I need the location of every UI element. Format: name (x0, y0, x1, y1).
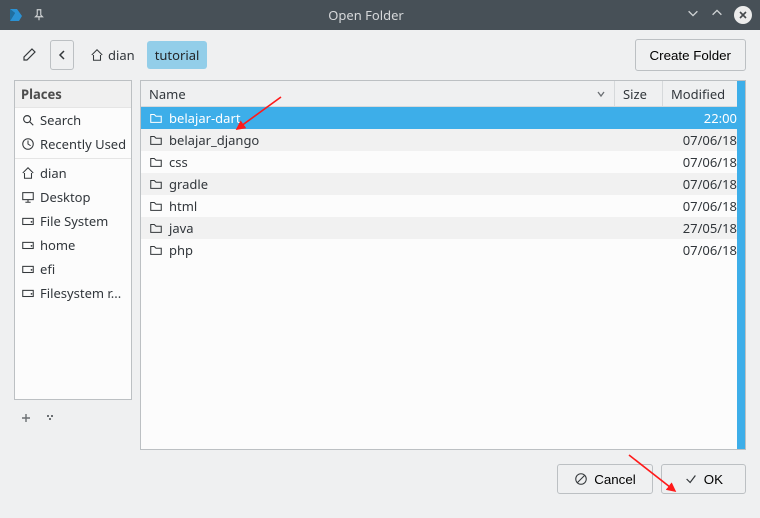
add-bookmark-icon[interactable] (20, 410, 32, 428)
search-icon (21, 113, 35, 127)
scrollbar[interactable] (737, 81, 745, 449)
row-name: css (169, 153, 188, 171)
table-row[interactable]: html 07/06/18 (141, 195, 745, 217)
home-icon (21, 166, 35, 180)
row-name: gradle (169, 175, 208, 193)
row-modified: 22:00 (663, 109, 745, 127)
table-row[interactable]: gradle 07/06/18 (141, 173, 745, 195)
main: Places Search Recently Used dian Desktop Fil… (0, 80, 760, 450)
row-modified: 07/06/18 (663, 241, 745, 259)
folder-icon (149, 243, 163, 257)
maximize-icon[interactable] (710, 6, 724, 24)
column-name-label: Name (149, 85, 186, 103)
file-panel: Name Size Modified belajar-dart22:00bela… (140, 80, 746, 450)
row-modified: 07/06/18 (663, 153, 745, 171)
row-name: belajar_django (169, 131, 259, 149)
table-row[interactable]: belajar-dart 22:00 (141, 107, 745, 129)
row-name: belajar-dart (169, 109, 241, 127)
ok-button[interactable]: OK (661, 464, 746, 494)
breadcrumb-current[interactable]: tutorial (147, 41, 208, 69)
sidebar-item-label: Search (40, 111, 81, 129)
sidebar-item-desktop[interactable]: Desktop (15, 185, 131, 209)
sidebar-item-label: File System (40, 212, 108, 230)
create-folder-button[interactable]: Create Folder (635, 39, 747, 71)
close-button[interactable] (734, 6, 752, 24)
table-row[interactable]: php 07/06/18 (141, 239, 745, 261)
column-name[interactable]: Name (141, 81, 615, 106)
breadcrumb-root-label: dian (108, 46, 135, 64)
sidebar-item-efi[interactable]: efi (15, 257, 131, 281)
sidebar-item-label: dian (40, 164, 67, 182)
remove-bookmark-icon[interactable] (44, 410, 56, 428)
row-name: html (169, 197, 197, 215)
row-name: php (169, 241, 193, 259)
folder-icon (149, 221, 163, 235)
cancel-icon (574, 472, 588, 486)
drive-icon (21, 214, 35, 228)
create-folder-label: Create Folder (650, 48, 732, 63)
sidebar-item-dian[interactable]: dian (15, 161, 131, 185)
toolbar: dian tutorial Create Folder (0, 30, 760, 80)
row-modified: 07/06/18 (663, 175, 745, 193)
drive-icon (21, 262, 35, 276)
folder-icon (149, 199, 163, 213)
column-modified[interactable]: Modified (663, 81, 745, 106)
clock-icon (21, 137, 35, 151)
sidebar-item-filesystem-r-[interactable]: Filesystem r... (15, 281, 131, 305)
places-header: Places (15, 81, 131, 108)
titlebar: Open Folder (0, 0, 760, 30)
column-size[interactable]: Size (615, 81, 663, 106)
cancel-button[interactable]: Cancel (557, 464, 653, 494)
folder-icon (149, 177, 163, 191)
folder-icon (149, 155, 163, 169)
column-modified-label: Modified (671, 85, 725, 103)
drive-icon (21, 286, 35, 300)
sidebar-item-label: Filesystem r... (40, 284, 121, 302)
window-title: Open Folder (46, 6, 686, 24)
row-modified: 27/05/18 (663, 219, 745, 237)
breadcrumb-current-label: tutorial (155, 46, 200, 64)
sidebar-item-recently-used[interactable]: Recently Used (15, 132, 131, 156)
row-name: java (169, 219, 194, 237)
column-headers: Name Size Modified (141, 81, 745, 107)
home-icon (90, 48, 104, 62)
table-row[interactable]: css 07/06/18 (141, 151, 745, 173)
sort-indicator-icon (596, 85, 606, 103)
pin-icon[interactable] (32, 8, 46, 22)
ok-label: OK (704, 472, 723, 487)
cancel-label: Cancel (594, 472, 636, 487)
folder-icon (149, 133, 163, 147)
app-icon (8, 7, 24, 23)
edit-icon[interactable] (14, 40, 44, 70)
sidebar-item-home[interactable]: home (15, 233, 131, 257)
table-row[interactable]: java 27/05/18 (141, 217, 745, 239)
breadcrumb-root[interactable]: dian (82, 41, 143, 69)
sidebar-item-label: home (40, 236, 75, 254)
sidebar-item-label: Desktop (40, 188, 91, 206)
folder-icon (149, 111, 163, 125)
back-button[interactable] (50, 40, 74, 70)
breadcrumb: dian tutorial (82, 41, 207, 69)
desktop-icon (21, 190, 35, 204)
table-row[interactable]: belajar_django 07/06/18 (141, 129, 745, 151)
places-list: Search Recently Used dian Desktop File Syste… (15, 108, 131, 399)
sidebar-item-label: efi (40, 260, 55, 278)
places-panel: Places Search Recently Used dian Desktop Fil… (14, 80, 132, 400)
sidebar-item-search[interactable]: Search (15, 108, 131, 132)
minimize-icon[interactable] (686, 6, 700, 24)
row-modified: 07/06/18 (663, 197, 745, 215)
file-list: belajar-dart22:00belajar_django07/06/18c… (141, 107, 745, 449)
sidebar: Places Search Recently Used dian Desktop Fil… (14, 80, 132, 450)
sidebar-item-label: Recently Used (40, 135, 126, 153)
drive-icon (21, 238, 35, 252)
row-modified: 07/06/18 (663, 131, 745, 149)
dialog-actions: Cancel OK (0, 450, 760, 508)
column-size-label: Size (623, 85, 647, 103)
check-icon (684, 472, 698, 486)
sidebar-item-file-system[interactable]: File System (15, 209, 131, 233)
